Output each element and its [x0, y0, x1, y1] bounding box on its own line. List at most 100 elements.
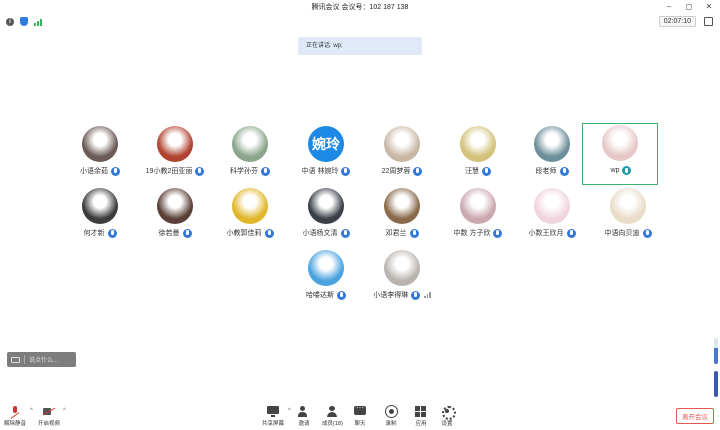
- participant-name: 科学孙芬: [230, 168, 258, 175]
- participant-name: 段老师: [535, 168, 557, 175]
- participant-name: 何才新: [83, 230, 105, 237]
- avatar: [384, 250, 420, 286]
- avatar: [232, 126, 268, 162]
- close-icon[interactable]: ✕: [704, 2, 714, 12]
- participant-tile[interactable]: 段老师: [514, 124, 590, 186]
- avatar: [534, 126, 570, 162]
- participant-name: 中数 方子欣: [453, 230, 491, 237]
- participant-name: 邓君兰: [385, 230, 407, 237]
- leave-meeting-button[interactable]: 离开会议: [676, 408, 714, 424]
- participant-name-row: 徐若曼: [137, 228, 213, 238]
- participant-name: 中语向贝迪: [604, 230, 640, 237]
- mic-icon: [642, 228, 652, 238]
- settings-button[interactable]: 设置: [441, 406, 456, 427]
- participant-name-row: wp: [583, 166, 659, 175]
- mic-icon: [107, 228, 117, 238]
- participant-tile[interactable]: wp: [582, 123, 658, 185]
- participant-name-row: 19小教2田亚丽: [137, 166, 213, 176]
- mic-icon: [264, 228, 274, 238]
- chevron-up-icon[interactable]: ^: [288, 408, 291, 414]
- apps-icon: [415, 406, 427, 417]
- minimize-icon[interactable]: –: [664, 2, 674, 12]
- mic-icon: [622, 166, 632, 175]
- apps-button[interactable]: 应用: [415, 406, 427, 427]
- participant-tile[interactable]: 科学孙芬: [212, 124, 288, 186]
- mic-icon: [559, 166, 569, 176]
- settings-label: 设置: [441, 421, 453, 427]
- participant-name: 19小教2田亚丽: [145, 168, 193, 175]
- chat-input[interactable]: 说点什么...: [7, 352, 76, 367]
- participant-tile[interactable]: 汪慧: [440, 124, 516, 186]
- info-icon[interactable]: i: [6, 17, 14, 26]
- participant-name-row: 哈喽达斯: [288, 290, 364, 300]
- participant-tile[interactable]: 19小教2田亚丽: [137, 124, 213, 186]
- share-screen-button[interactable]: 共享屏幕: [262, 406, 284, 427]
- maximize-icon[interactable]: ◻: [684, 2, 694, 12]
- participant-tile[interactable]: 22周梦蓉: [364, 124, 440, 186]
- signal-icon[interactable]: [34, 18, 42, 26]
- participant-name-row: 何才新: [62, 228, 138, 238]
- participant-tile[interactable]: 徐若曼: [137, 186, 213, 248]
- side-scrollbar[interactable]: [714, 371, 718, 397]
- avatar: [384, 188, 420, 224]
- participant-name: 22周梦蓉: [381, 168, 411, 175]
- record-button[interactable]: 录制: [385, 405, 398, 427]
- avatar: [82, 188, 118, 224]
- avatar: 婉玲: [308, 126, 344, 162]
- apps-label: 应用: [415, 421, 427, 427]
- mic-icon: [261, 166, 270, 176]
- participant-tile[interactable]: 小语杨文清: [288, 186, 364, 248]
- screen-share-icon: [267, 406, 279, 417]
- participant-tile[interactable]: 婉玲 中语 林婉玲: [288, 124, 364, 186]
- shield-icon[interactable]: [20, 17, 28, 26]
- camera-button[interactable]: 开启视频: [38, 406, 60, 427]
- window-title: 腾讯会议 会议号：102 187 138: [311, 4, 409, 11]
- participant-name-row: 邓君兰: [364, 228, 440, 238]
- mute-button[interactable]: 解除静音: [4, 406, 26, 427]
- participant-name: 小教郭佳莉: [226, 230, 262, 237]
- participant-name: 徐若曼: [158, 230, 180, 237]
- fullscreen-icon[interactable]: [704, 17, 713, 26]
- participant-tile[interactable]: 邓君兰: [364, 186, 440, 248]
- avatar: [460, 188, 496, 224]
- chat-button[interactable]: 聊天: [354, 404, 366, 427]
- participant-tile[interactable]: 小教郭佳莉: [212, 186, 288, 248]
- participant-name-row: 小数王欣月: [514, 228, 590, 238]
- mic-icon: [340, 228, 350, 238]
- status-icons: i: [6, 17, 42, 26]
- participant-tile[interactable]: 何才新: [62, 186, 138, 248]
- meeting-window: 腾讯会议 会议号：102 187 138 – ◻ ✕ i 02:07:10 正在…: [0, 0, 720, 430]
- mic-icon: [195, 166, 205, 176]
- keyboard-icon: [11, 356, 20, 363]
- members-button[interactable]: 成员(18): [322, 406, 343, 427]
- avatar: [602, 125, 638, 161]
- participant-name-row: 中语向贝迪: [590, 228, 666, 238]
- mic-icon: [182, 228, 192, 238]
- participant-tile[interactable]: 哈喽达斯: [288, 248, 364, 310]
- chevron-up-icon[interactable]: ^: [30, 408, 33, 414]
- chevron-up-icon[interactable]: ^: [63, 408, 66, 414]
- bottom-toolbar: 解除静音 ^ 开启视频 ^ 共享屏幕 ^ 邀请 成员(18) 聊天 录制: [0, 400, 720, 430]
- camera-off-icon: [43, 406, 55, 417]
- mic-icon: [411, 290, 421, 300]
- participant-tile[interactable]: 中数 方子欣: [440, 186, 516, 248]
- avatar: [308, 188, 344, 224]
- invite-icon: [298, 406, 310, 417]
- participant-tile[interactable]: 小语余茹: [62, 124, 138, 186]
- mic-icon: [482, 166, 491, 176]
- invite-button[interactable]: 邀请: [298, 406, 310, 427]
- avatar: [460, 126, 496, 162]
- participant-tile[interactable]: 小数王欣月: [514, 186, 590, 248]
- participant-name-row: 中数 方子欣: [440, 228, 516, 238]
- mic-icon: [413, 166, 423, 176]
- participant-tile[interactable]: 中语向贝迪: [590, 186, 666, 248]
- participant-name-row: 科学孙芬: [212, 166, 288, 176]
- mic-icon: [341, 166, 351, 176]
- volume-slider[interactable]: [714, 338, 718, 364]
- chat-label: 聊天: [354, 421, 366, 427]
- participant-tile[interactable]: 小语李得琳: [364, 248, 440, 310]
- participant-name-row: 小语余茹: [62, 166, 138, 176]
- mic-icon: [111, 166, 120, 176]
- record-icon: [385, 405, 398, 418]
- volume-icon: [424, 292, 431, 298]
